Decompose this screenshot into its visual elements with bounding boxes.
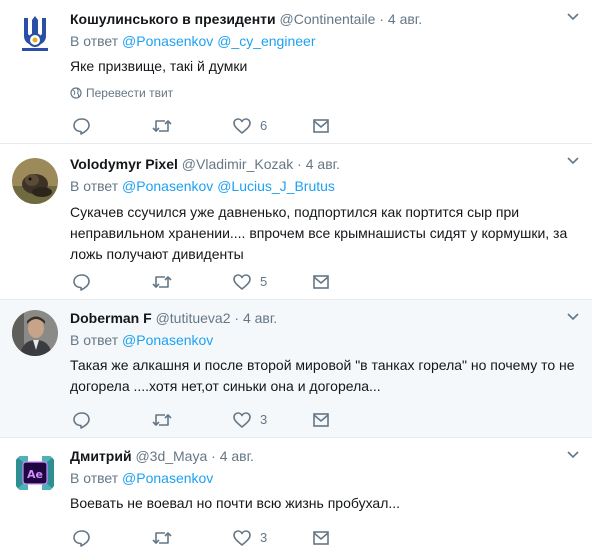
separator-dot: · bbox=[379, 11, 385, 27]
tweet-text: Сукачев ссучился уже давненько, подпорти… bbox=[70, 204, 568, 262]
reply-context: В ответ @Ponasenkov @_cy_engineer bbox=[70, 32, 580, 50]
reply-icon bbox=[73, 412, 90, 429]
mention-link[interactable]: @Ponasenkov bbox=[122, 470, 213, 486]
tweet-actions: 3 bbox=[70, 528, 340, 548]
heart-icon bbox=[233, 274, 251, 290]
tweet-text: Такая же алкашня и после второй мировой … bbox=[70, 357, 575, 394]
mail-icon bbox=[313, 119, 329, 133]
like-count: 3 bbox=[260, 412, 268, 427]
tweet-text: Воевать не воевал но почти всю жизнь про… bbox=[70, 495, 401, 511]
avatar[interactable] bbox=[12, 158, 58, 204]
author-name[interactable]: Doberman F bbox=[70, 310, 152, 326]
tweet-actions: 3 bbox=[70, 410, 340, 430]
avatar[interactable]: Ae bbox=[12, 450, 58, 496]
like-count: 6 bbox=[260, 118, 268, 133]
reply-prefix: В ответ bbox=[70, 470, 119, 486]
like-button[interactable]: 3 bbox=[232, 410, 272, 430]
like-button[interactable]: 3 bbox=[232, 528, 272, 548]
like-count: 5 bbox=[260, 274, 268, 289]
chevron-down-icon[interactable] bbox=[566, 312, 580, 322]
reply-prefix: В ответ bbox=[70, 332, 119, 348]
reply-context: В ответ @Ponasenkov @Lucius_J_Brutus bbox=[70, 177, 580, 195]
tweet-2[interactable]: Volodymyr Pixel @Vladimir_Kozak · 4 авг.… bbox=[0, 144, 592, 300]
author-handle[interactable]: @3d_Maya bbox=[135, 448, 207, 464]
trident-logo-icon bbox=[12, 10, 58, 56]
mail-icon bbox=[313, 531, 329, 545]
timestamp[interactable]: 4 авг. bbox=[306, 156, 340, 172]
mail-icon bbox=[313, 275, 329, 289]
mention-link[interactable]: @_cy_engineer bbox=[217, 33, 315, 49]
tweet-actions: 5 bbox=[70, 272, 340, 292]
separator-dot: · bbox=[234, 310, 240, 326]
reply-context: В ответ @Ponasenkov bbox=[70, 469, 580, 487]
translate-link[interactable]: Перевести твит bbox=[70, 85, 580, 101]
dog-photo-icon bbox=[12, 158, 58, 204]
retweet-icon bbox=[152, 532, 172, 544]
reply-icon bbox=[73, 118, 90, 135]
timestamp[interactable]: 4 авг. bbox=[388, 11, 422, 27]
mention-link[interactable]: @Ponasenkov bbox=[122, 332, 213, 348]
reply-icon bbox=[73, 274, 90, 291]
author-handle[interactable]: @Vladimir_Kozak bbox=[182, 156, 293, 172]
reply-prefix: В ответ bbox=[70, 178, 119, 194]
chevron-down-icon[interactable] bbox=[566, 450, 580, 460]
separator-dot: · bbox=[211, 448, 216, 464]
avatar[interactable] bbox=[12, 10, 58, 56]
heart-icon bbox=[233, 530, 251, 546]
translate-label: Перевести твит bbox=[86, 86, 174, 100]
retweet-icon bbox=[152, 414, 172, 426]
chevron-down-icon[interactable] bbox=[566, 12, 580, 22]
author-handle[interactable]: @Continentaile bbox=[280, 11, 376, 27]
svg-text:Ae: Ae bbox=[27, 468, 43, 481]
heart-icon bbox=[233, 412, 251, 428]
like-count: 3 bbox=[260, 530, 268, 545]
like-button[interactable]: 6 bbox=[232, 116, 272, 136]
tweet-actions: 6 bbox=[70, 116, 340, 136]
mention-link[interactable]: @Ponasenkov bbox=[122, 33, 213, 49]
reply-context: В ответ @Ponasenkov bbox=[70, 331, 580, 349]
mention-link[interactable]: @Ponasenkov bbox=[122, 178, 213, 194]
reply-prefix: В ответ bbox=[70, 33, 119, 49]
avatar[interactable] bbox=[12, 310, 58, 356]
timestamp[interactable]: 4 авг. bbox=[220, 448, 254, 464]
retweet-icon bbox=[152, 120, 172, 132]
separator-dot: · bbox=[297, 156, 302, 172]
tweet-1[interactable]: Кошулинського в президенти @Continentail… bbox=[0, 0, 592, 144]
author-handle[interactable]: @tutitueva2 bbox=[156, 310, 231, 326]
mail-icon bbox=[313, 413, 329, 427]
ae-logo-icon: Ae bbox=[12, 450, 58, 496]
chevron-down-icon[interactable] bbox=[566, 156, 580, 166]
author-name[interactable]: Volodymyr Pixel bbox=[70, 156, 178, 172]
mention-link[interactable]: @Lucius_J_Brutus bbox=[217, 178, 335, 194]
heart-icon bbox=[233, 118, 251, 134]
man-photo-icon bbox=[12, 310, 58, 356]
author-name[interactable]: Кошулинського в президенти bbox=[70, 11, 276, 27]
timestamp[interactable]: 4 авг. bbox=[243, 310, 277, 326]
tweet-text: Яке призвище, такі й думки bbox=[70, 58, 248, 74]
author-name[interactable]: Дмитрий bbox=[70, 448, 132, 464]
globe-icon bbox=[70, 87, 82, 99]
retweet-icon bbox=[152, 276, 172, 288]
tweet-3[interactable]: Doberman F @tutitueva2 · 4 авг. В ответ … bbox=[0, 300, 592, 438]
reply-icon bbox=[73, 530, 90, 547]
like-button[interactable]: 5 bbox=[232, 272, 272, 292]
tweet-4[interactable]: Ae Дмитрий @3d_Maya · 4 авг. В ответ @Po… bbox=[0, 438, 592, 555]
